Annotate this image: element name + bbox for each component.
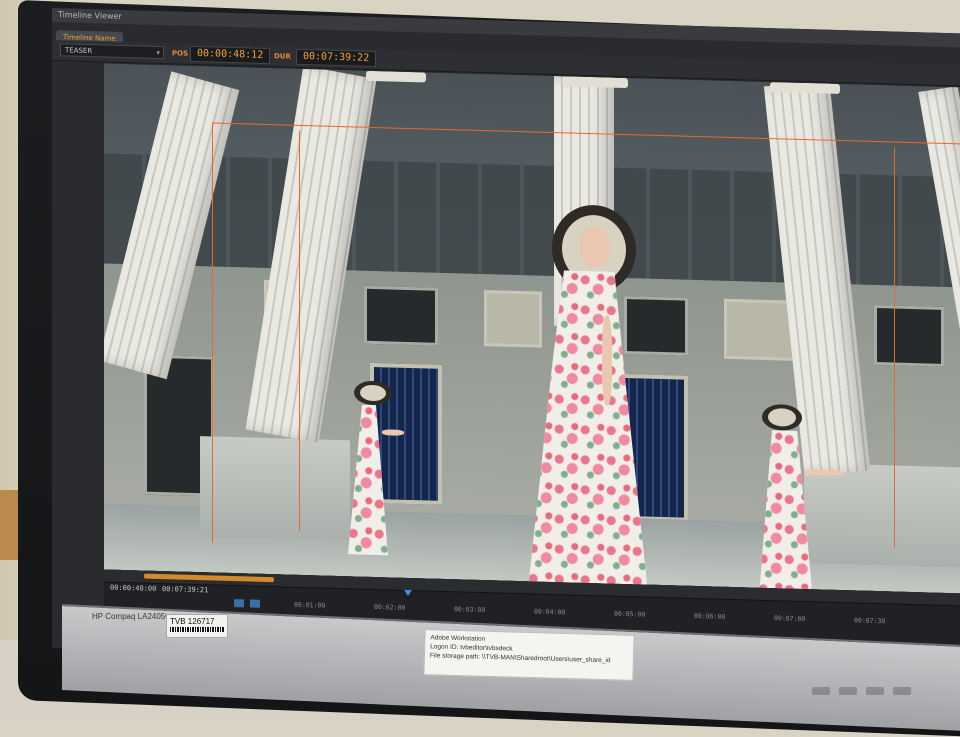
sequence-select-value: TEASER: [65, 46, 93, 56]
column-capital: [770, 82, 840, 95]
power-button[interactable]: [893, 687, 912, 695]
column-capital: [366, 70, 426, 83]
in-out-range[interactable]: [144, 573, 274, 583]
timeline-tick: 00:05:00: [614, 609, 646, 619]
timeline-tick: 00:07:30: [854, 616, 886, 626]
duration-label: DUR: [274, 52, 291, 61]
position-timecode[interactable]: 00:00:48:12: [190, 45, 271, 65]
column-capital: [562, 76, 628, 89]
action-safe-guide: [299, 130, 300, 531]
action-safe-guide: [894, 147, 895, 548]
monitor-model-label: HP Compaq LA2405wg: [92, 612, 176, 621]
asset-tag-sticker: TVB 126717: [166, 614, 228, 638]
monitor-screen: Timeline Viewer Timeline Name TEASER ▾ P…: [52, 8, 960, 674]
timeline-tick: 00:07:00: [774, 614, 806, 624]
app-window-title: Timeline Viewer: [58, 10, 122, 21]
video-viewer[interactable]: [104, 63, 960, 594]
asset-tag-number: 126717: [187, 617, 215, 626]
timeline-tick: 00:04:00: [534, 607, 566, 617]
monitor-button[interactable]: [866, 687, 885, 695]
timeline-track-button[interactable]: [234, 599, 244, 608]
timeline-tick: 00:02:00: [374, 602, 406, 612]
title-safe-guide: [212, 122, 960, 565]
login-info-note: Adobe Workstation Logon ID: tvbeditor\tv…: [423, 629, 635, 681]
position-label: POS: [172, 49, 189, 58]
timeline-out-timecode: 00:07:39:21: [162, 585, 209, 595]
monitor-button[interactable]: [839, 687, 858, 695]
duration-timecode[interactable]: 00:07:39:22: [296, 48, 377, 68]
sequence-select[interactable]: TEASER ▾: [60, 43, 164, 60]
timeline-track-button[interactable]: [250, 599, 260, 608]
timeline-in-timecode: 00:00:48:00: [110, 583, 157, 593]
barcode-icon: [170, 627, 224, 632]
timeline-tick: 00:03:00: [454, 605, 486, 615]
chevron-down-icon: ▾: [156, 48, 160, 58]
timeline-tick: 00:01:00: [294, 600, 326, 610]
asset-tag-title: TVB: [170, 617, 186, 626]
timeline-tick: 00:06:00: [694, 611, 726, 621]
playhead-marker[interactable]: [404, 589, 412, 597]
monitor-buttons: [812, 680, 942, 695]
monitor-button[interactable]: [812, 687, 830, 695]
